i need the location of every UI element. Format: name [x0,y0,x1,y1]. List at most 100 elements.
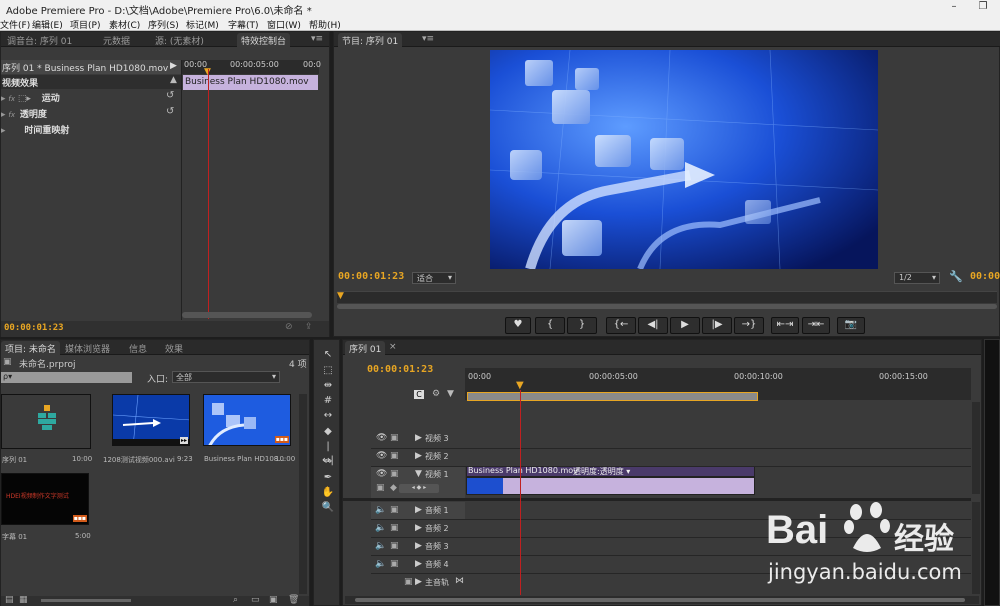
collapse-arrow-icon[interactable]: ▲ [170,75,177,85]
menu-marker[interactable]: 标记(M) [186,18,219,31]
a3-lock-icon[interactable]: ▣ [390,541,399,551]
project-item-avi[interactable]: ▸▸ [112,394,190,446]
menu-project[interactable]: 项目(P) [70,18,100,31]
program-tab-menu-icon[interactable]: ▾≡ [418,33,438,47]
step-back-button[interactable]: ◀| [638,317,668,334]
fit-dropdown[interactable]: 适合 ▾ [412,272,456,284]
v1-clip-fx[interactable]: 透明度:透明度 ▾ [573,466,630,477]
rate-stretch-tool-icon[interactable]: ↔ [321,409,335,423]
go-to-out-button[interactable]: →} [734,317,764,334]
menu-file[interactable]: 文件(F) [0,18,30,31]
expand-arrow-icon[interactable]: ▶ [170,61,177,71]
project-item-sequence[interactable] [1,394,91,449]
program-timecode[interactable]: 00:00:01:23 [338,271,404,282]
v1-keyframe-nav[interactable]: ◂ ◆ ▸ [399,484,439,493]
wrench-icon[interactable]: 🔧 [949,270,963,283]
v3-eye-icon[interactable]: 👁 [376,433,387,443]
pen-tool-icon[interactable]: ✒ [321,471,335,485]
effect-motion[interactable]: ▸ fx ⬚▸ 运动 [1,91,60,104]
a3-expand-icon[interactable]: ▶ [415,541,422,551]
clear-icon[interactable]: 🗑 [288,595,299,605]
ripple-edit-tool-icon[interactable]: ⇹ [321,379,335,393]
v1-clip-header[interactable]: Business Plan HD1080.mov 透明度:透明度 ▾ [466,466,755,477]
a4-lock-icon[interactable]: ▣ [390,559,399,569]
track-master[interactable]: 主音轨 [425,577,449,588]
effect-opacity[interactable]: ▸ fx 透明度 [1,107,47,120]
track-audio-3[interactable]: 音频 3 [425,541,449,552]
tab-audio-mixer[interactable]: 调音台: 序列 01 [3,33,76,47]
linked-selection-icon[interactable]: ⚙ [432,389,440,399]
new-bin-icon[interactable]: ▭ [251,595,260,605]
a2-expand-icon[interactable]: ▶ [415,523,422,533]
add-marker-button[interactable]: ♥ [505,317,531,334]
lift-button[interactable]: ⇤⇥ [771,317,799,334]
video-scrollbar[interactable] [972,402,980,494]
v1-keyframe-icon[interactable]: ◆ [390,483,397,493]
panel-menu-icon[interactable]: ▾≡ [307,33,327,47]
razor-tool-icon[interactable]: ◆ [321,425,335,439]
project-search-input[interactable]: ρ▾ [1,372,132,383]
a2-lock-icon[interactable]: ▣ [390,523,399,533]
a1-speaker-icon[interactable]: 🔈 [375,505,386,515]
list-view-icon[interactable]: ▤ [5,595,14,605]
master-lock-icon[interactable]: ▣ [404,577,413,587]
ec-export-icon[interactable]: ⇪ [305,322,313,332]
step-forward-button[interactable]: |▶ [702,317,732,334]
master-expand-icon[interactable]: ▶ [415,577,422,587]
close-tab-icon[interactable]: × [385,341,401,355]
ec-timecode[interactable]: 00:00:01:23 [4,323,64,333]
track-audio-4[interactable]: 音频 4 [425,559,449,570]
project-item-business-plan[interactable]: ▪▪▪ [203,394,291,446]
tab-media-browser[interactable]: 媒体浏览器 [61,341,114,355]
selection-tool-icon[interactable]: ↖ [321,348,335,362]
menu-clip[interactable]: 素材(C) [109,18,140,31]
tab-sequence-01[interactable]: 序列 01 [345,341,386,355]
a1-expand-icon[interactable]: ▶ [415,505,422,515]
add-marker-icon[interactable]: ▼ [447,389,454,399]
ec-scrollbar[interactable] [182,312,312,318]
v1-collapse-icon[interactable]: ▼ [415,469,422,479]
tab-effects[interactable]: 效果 [161,341,187,355]
slide-tool-icon[interactable]: ⇔ [321,455,335,469]
icon-view-icon[interactable]: ▦ [19,595,28,605]
play-button[interactable]: ▶ [670,317,700,334]
v1-eye-icon[interactable]: 👁 [376,469,387,479]
mark-in-button[interactable]: { [535,317,565,334]
track-select-tool-icon[interactable]: ⬚ [321,364,335,378]
zoom-tool-icon[interactable]: 🔍 [321,501,335,515]
program-video-frame[interactable] [490,50,878,269]
tab-info[interactable]: 信息 [125,341,151,355]
ec-ruler[interactable]: 00:00 00:00:05:00 00:0 [182,60,321,74]
ec-zoom-icon[interactable]: ⊘ [285,322,293,332]
program-scrub-bar[interactable] [337,291,997,303]
project-item-title[interactable]: HDEI视频制作文字测试 ▪▪▪ [1,473,89,525]
tab-project[interactable]: 项目: 未命名 [1,341,60,355]
a2-speaker-icon[interactable]: 🔈 [375,523,386,533]
effect-time-remap[interactable]: ▸ 时间重映射 [1,123,69,136]
menu-title[interactable]: 字幕(T) [228,18,259,31]
track-audio-1[interactable]: 音频 1 [425,505,449,516]
tab-effect-controls[interactable]: 特效控制台 [237,33,291,47]
program-playhead-icon[interactable]: ▼ [337,291,344,301]
project-scrollbar[interactable] [299,394,307,594]
timeline-timecode[interactable]: 00:00:01:23 [367,364,433,375]
a1-lock-icon[interactable]: ▣ [390,505,399,515]
restore-button[interactable]: ❐ [974,1,992,15]
tab-program[interactable]: 节目: 序列 01 [338,33,403,47]
minimize-button[interactable]: – [945,1,963,15]
rolling-edit-tool-icon[interactable]: # [321,394,335,408]
reset-opacity-icon[interactable]: ↺ [166,106,174,117]
slip-tool-icon[interactable]: |↔| [321,440,335,466]
menu-sequence[interactable]: 序列(S) [148,18,179,31]
tab-source[interactable]: 源: (无素材) [151,33,208,47]
v1-lock-icon[interactable]: ▣ [390,469,399,479]
extract-button[interactable]: ⇥⇤ [802,317,830,334]
a4-speaker-icon[interactable]: 🔈 [375,559,386,569]
hand-tool-icon[interactable]: ✋ [321,486,335,500]
track-audio-2[interactable]: 音频 2 [425,523,449,534]
tab-metadata[interactable]: 元数据 [99,33,134,47]
resolution-dropdown[interactable]: 1/2 ▾ [894,272,940,284]
track-video-1[interactable]: 视频 1 [425,469,449,480]
v2-lock-icon[interactable]: ▣ [390,451,399,461]
snap-icon[interactable]: C [414,390,424,399]
